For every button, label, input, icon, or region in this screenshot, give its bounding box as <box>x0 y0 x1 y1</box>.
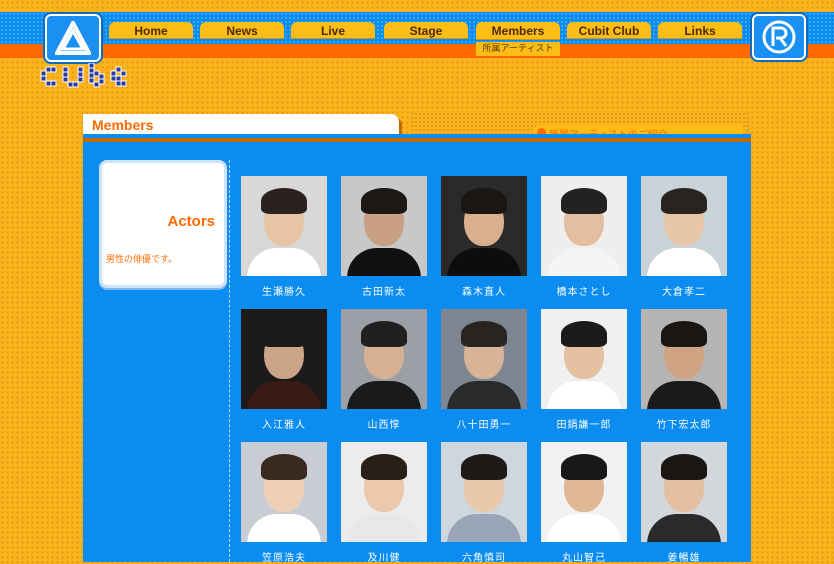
member-tile[interactable]: 姜暢雄 <box>641 442 727 564</box>
member-photo[interactable] <box>541 176 627 276</box>
member-name[interactable]: 竹下宏太郎 <box>633 416 735 431</box>
registered-logo-icon[interactable] <box>752 14 806 60</box>
member-photo[interactable] <box>341 442 427 542</box>
member-photo[interactable] <box>341 176 427 276</box>
member-tile[interactable]: 入江雅人 <box>241 309 327 431</box>
member-photo[interactable] <box>541 442 627 542</box>
member-tile[interactable]: 笠原浩夫 <box>241 442 327 564</box>
member-name[interactable]: 入江雅人 <box>233 416 335 431</box>
member-photo[interactable] <box>241 176 327 276</box>
tab-stage[interactable]: Stage <box>384 22 468 39</box>
member-name[interactable]: 田鍋謙一郎 <box>533 416 635 431</box>
member-tile[interactable]: 田鍋謙一郎 <box>541 309 627 431</box>
member-tile[interactable]: 八十田勇一 <box>441 309 527 431</box>
member-tile[interactable]: 山西惇 <box>341 309 427 431</box>
member-photo[interactable] <box>441 309 527 409</box>
member-photo[interactable] <box>241 309 327 409</box>
member-tile[interactable]: 生瀬勝久 <box>241 176 327 298</box>
member-tile[interactable]: 及川健 <box>341 442 427 564</box>
nav-bar-stripe <box>0 44 834 58</box>
member-photo[interactable] <box>641 309 727 409</box>
category-card[interactable]: Actors 男性の俳優です。 <box>99 160 227 288</box>
header-underline <box>83 138 751 142</box>
member-tile[interactable]: 丸山智己 <box>541 442 627 564</box>
member-photo[interactable] <box>541 309 627 409</box>
member-tile[interactable]: 竹下宏太郎 <box>641 309 727 431</box>
member-photo[interactable] <box>641 176 727 276</box>
page-title: Members <box>92 117 154 133</box>
member-photo[interactable] <box>441 442 527 542</box>
member-name[interactable]: 大倉孝二 <box>633 283 735 298</box>
member-photo[interactable] <box>641 442 727 542</box>
cube-logo-icon[interactable] <box>39 62 145 93</box>
tab-live[interactable]: Live <box>291 22 375 39</box>
member-name[interactable]: 森木直人 <box>433 283 535 298</box>
tab-members[interactable]: Members <box>476 22 560 40</box>
member-photo[interactable] <box>441 176 527 276</box>
member-name[interactable]: 生瀬勝久 <box>233 283 335 298</box>
triangle-logo-icon[interactable] <box>45 14 101 62</box>
tab-home[interactable]: Home <box>109 22 193 39</box>
member-name[interactable]: 橋本さとし <box>533 283 635 298</box>
member-tile[interactable]: 森木直人 <box>441 176 527 298</box>
member-tile[interactable]: 六角慎司 <box>441 442 527 564</box>
tab-links[interactable]: Links <box>658 22 742 39</box>
category-title: Actors <box>167 213 215 230</box>
member-photo[interactable] <box>241 442 327 542</box>
member-tile[interactable]: 橋本さとし <box>541 176 627 298</box>
tab-members-sublabel[interactable]: 所属アーティスト <box>476 42 560 56</box>
tab-cubit-club[interactable]: Cubit Club <box>567 22 651 39</box>
member-tile[interactable]: 古田新太 <box>341 176 427 298</box>
top-navigation: Home News Live Stage Members Cubit Club … <box>0 0 834 62</box>
category-description: 男性の俳優です。 <box>106 255 178 265</box>
member-name[interactable]: 八十田勇一 <box>433 416 535 431</box>
panel-divider <box>229 160 230 562</box>
tab-news[interactable]: News <box>200 22 284 39</box>
member-name[interactable]: 古田新太 <box>333 283 435 298</box>
member-name[interactable]: 山西惇 <box>333 416 435 431</box>
member-photo[interactable] <box>341 309 427 409</box>
member-tile[interactable]: 大倉孝二 <box>641 176 727 298</box>
